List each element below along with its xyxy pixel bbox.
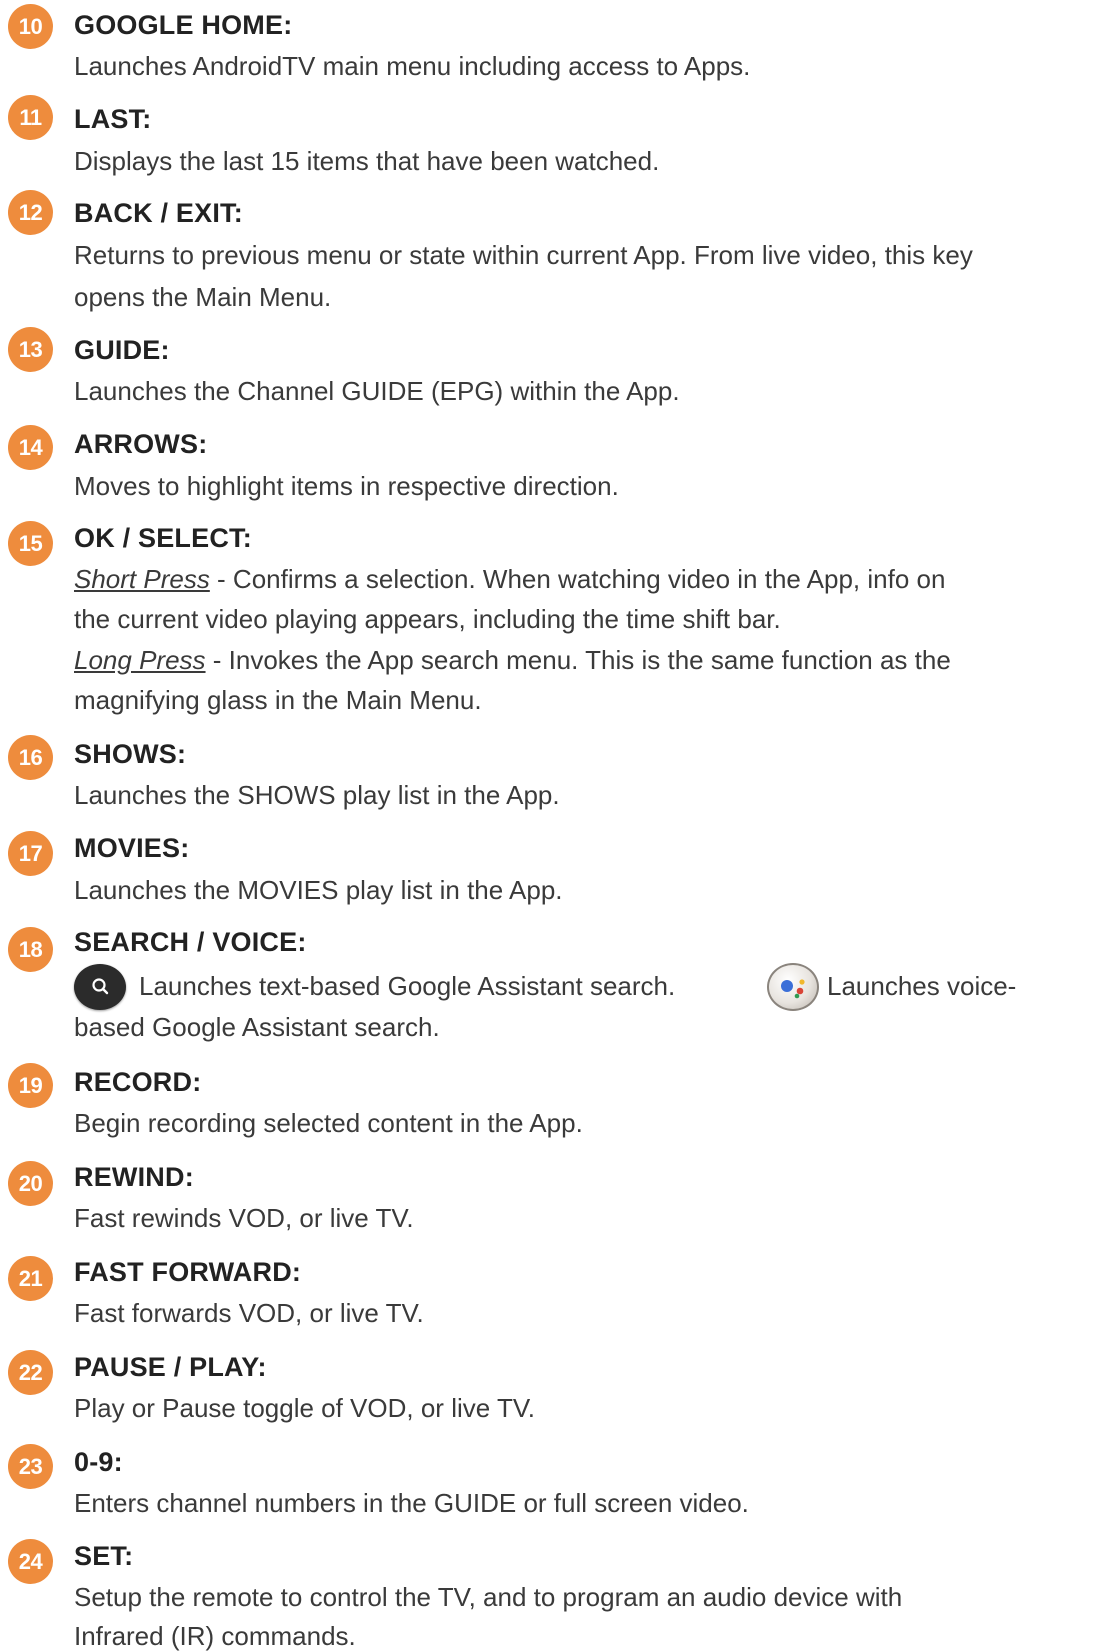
item-number-badge: 20	[8, 1161, 53, 1206]
short-press-text: - Confirms a selection. When watching vi…	[209, 564, 946, 594]
item-number-badge: 12	[8, 190, 53, 235]
item-description: Launches AndroidTV main menu including a…	[74, 51, 751, 81]
item-description: Begin recording selected content in the …	[74, 1108, 583, 1138]
item-number-badge: 22	[8, 1350, 53, 1395]
google-assistant-icon	[767, 963, 819, 1011]
item-description: the current video playing appears, inclu…	[74, 604, 781, 634]
item-number-badge: 18	[8, 927, 53, 972]
remote-key-reference: 10 GOOGLE HOME: Launches AndroidTV main …	[0, 0, 1101, 1651]
item-title: GOOGLE HOME:	[74, 10, 293, 40]
item-number-badge: 23	[8, 1444, 53, 1489]
item-description: Enters channel numbers in the GUIDE or f…	[74, 1488, 749, 1518]
item-title: ARROWS:	[74, 429, 208, 459]
item-description: Launches the MOVIES play list in the App…	[74, 875, 563, 905]
magnifier-glyph	[92, 978, 109, 995]
item-description: Launches the Channel GUIDE (EPG) within …	[74, 376, 680, 406]
item-number-badge: 16	[8, 735, 53, 780]
item-number-badge: 21	[8, 1256, 53, 1301]
item-title: RECORD:	[74, 1067, 202, 1097]
item-description: Moves to highlight items in respective d…	[74, 471, 619, 501]
item-description: magnifying glass in the Main Menu.	[74, 685, 482, 715]
search-icon	[74, 964, 126, 1010]
item-number-badge: 10	[8, 4, 53, 49]
item-title: GUIDE:	[74, 335, 170, 365]
item-number-badge: 14	[8, 425, 53, 470]
text-search-description: Launches text-based Google Assistant sea…	[139, 971, 676, 1001]
item-title: BACK / EXIT:	[74, 198, 243, 228]
item-title: 0-9:	[74, 1447, 123, 1477]
item-number-badge: 11	[8, 95, 53, 140]
item-description: Fast rewinds VOD, or live TV.	[74, 1203, 414, 1233]
item-title: PAUSE / PLAY:	[74, 1352, 267, 1382]
long-press-label: Long Press	[74, 645, 206, 675]
item-number-badge: 15	[8, 521, 53, 566]
item-description: opens the Main Menu.	[74, 282, 332, 312]
item-description: Fast forwards VOD, or live TV.	[74, 1298, 424, 1328]
item-number-badge: 17	[8, 831, 53, 876]
long-press-text: - Invokes the App search menu. This is t…	[205, 645, 951, 675]
item-description: Play or Pause toggle of VOD, or live TV.	[74, 1393, 536, 1423]
item-title: SHOWS:	[74, 739, 187, 769]
item-description: Setup the remote to control the TV, and …	[74, 1582, 903, 1612]
item-title: REWIND:	[74, 1162, 194, 1192]
voice-search-description: Launches voice-	[827, 971, 1017, 1001]
item-title: LAST:	[74, 104, 152, 134]
item-title: OK / SELECT:	[74, 523, 252, 553]
item-description: Displays the last 15 items that have bee…	[74, 146, 660, 176]
item-description: Launches the SHOWS play list in the App.	[74, 780, 560, 810]
item-title: MOVIES:	[74, 833, 190, 863]
assistant-dots	[781, 979, 805, 999]
short-press-label: Short Press	[74, 564, 210, 594]
item-number-badge: 19	[8, 1063, 53, 1108]
item-title: SET:	[74, 1541, 134, 1571]
item-description: Returns to previous menu or state within…	[74, 240, 973, 270]
short-press-description: Short Press - Confirms a selection. When…	[74, 564, 945, 595]
item-number-badge: 13	[8, 327, 53, 372]
long-press-description: Long Press - Invokes the App search menu…	[74, 645, 951, 676]
item-description: based Google Assistant search.	[74, 1012, 440, 1042]
item-description: Infrared (IR) commands.	[74, 1621, 356, 1651]
item-number-badge: 24	[8, 1539, 53, 1584]
item-title: FAST FORWARD:	[74, 1257, 302, 1287]
item-title: SEARCH / VOICE:	[74, 927, 307, 957]
